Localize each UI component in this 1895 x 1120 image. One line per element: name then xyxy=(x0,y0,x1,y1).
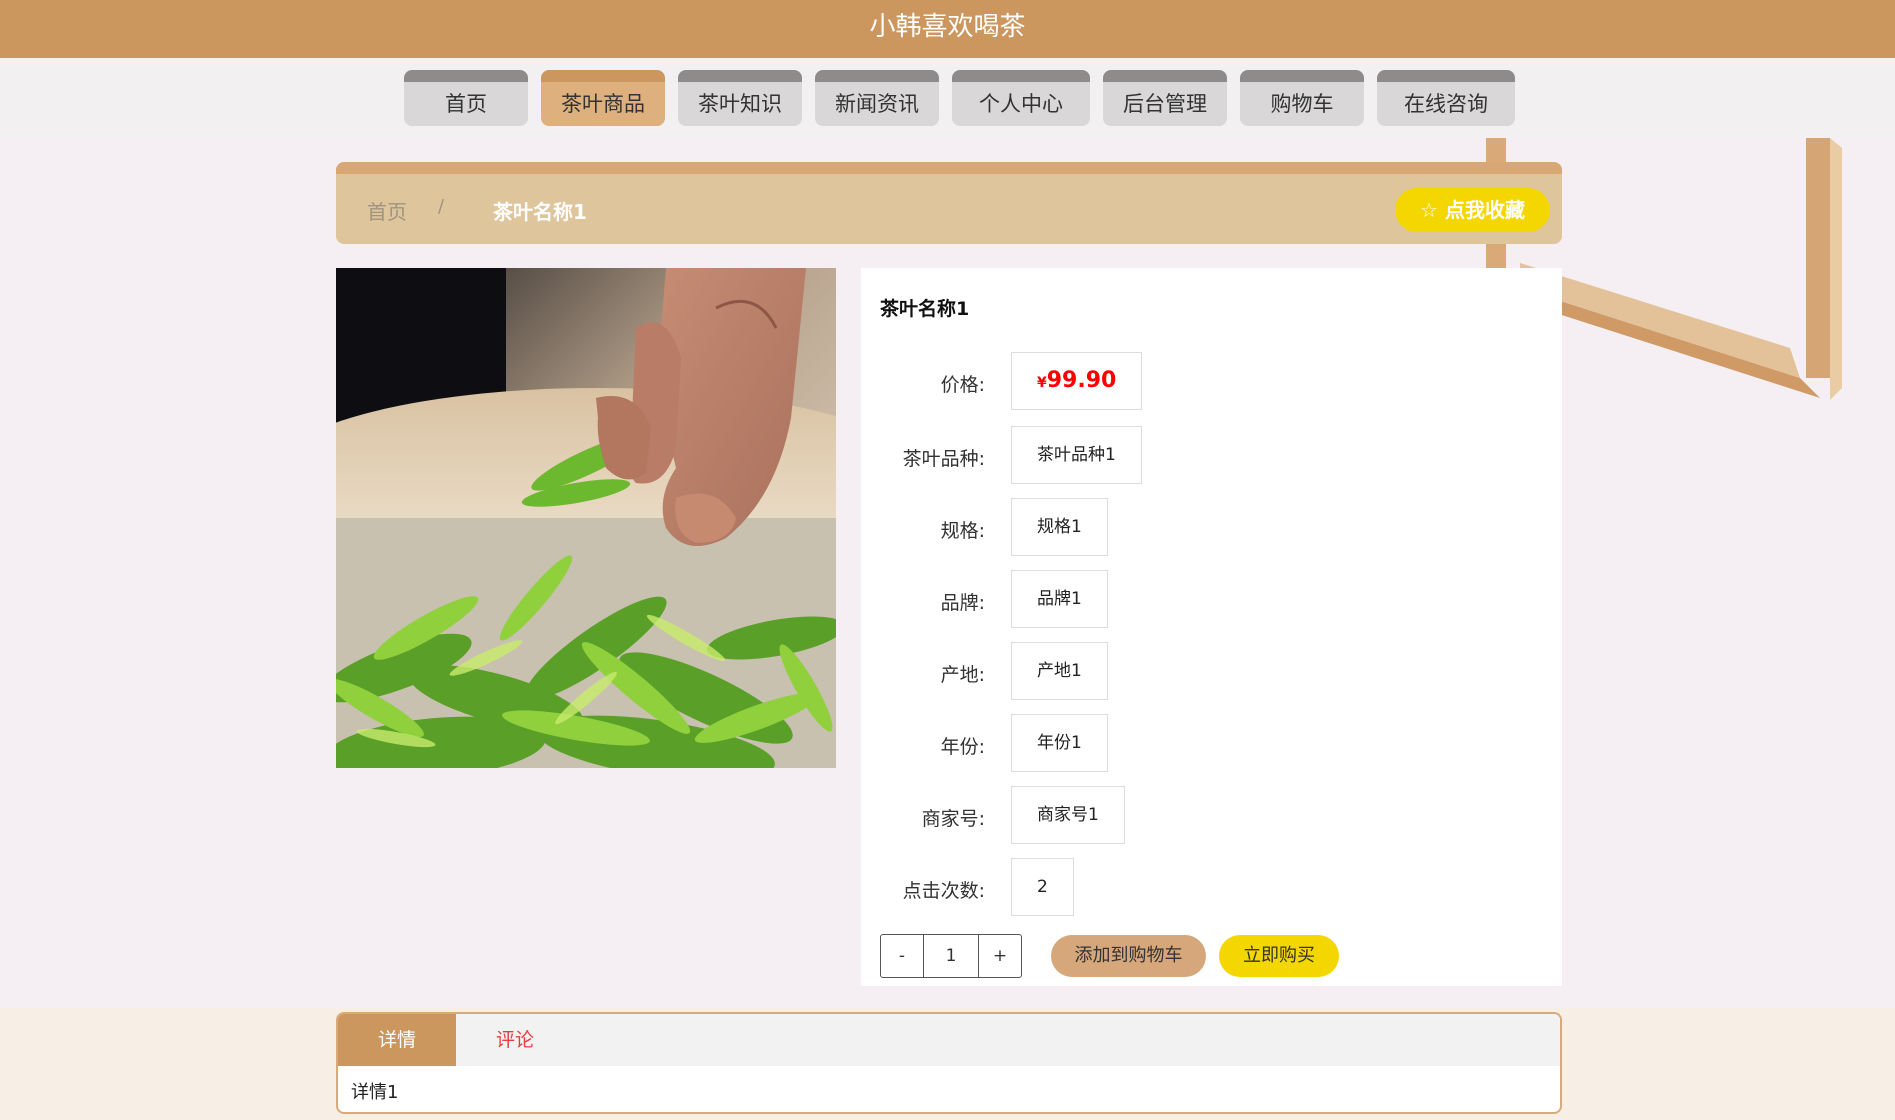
clicks-row: 点击次数: 2 xyxy=(861,858,1561,916)
breadcrumb-bar: 首页 / 茶叶名称1 ☆ 点我收藏 xyxy=(336,162,1562,244)
quantity-increase-button[interactable]: + xyxy=(979,935,1021,977)
product-name: 茶叶名称1 xyxy=(880,298,970,320)
site-header: 小韩喜欢喝茶 xyxy=(0,0,1895,58)
decorative-shelf-graphic xyxy=(1520,138,1842,400)
breadcrumb-home[interactable]: 首页 xyxy=(367,196,407,225)
quantity-stepper: - 1 + xyxy=(880,934,1022,978)
spec-label: 规格: xyxy=(940,520,985,542)
spec-value: 规格1 xyxy=(1011,498,1108,556)
nav-bar: 首页 茶叶商品 茶叶知识 新闻资讯 个人中心 后台管理 购物车 在线咨询 xyxy=(0,58,1895,138)
price-amount: 99.90 xyxy=(1046,368,1117,393)
nav-item-tea-knowledge[interactable]: 茶叶知识 xyxy=(678,70,802,126)
quantity-decrease-button[interactable]: - xyxy=(881,935,923,977)
star-outline-icon: ☆ xyxy=(1420,198,1438,222)
main-nav: 首页 茶叶商品 茶叶知识 新闻资讯 个人中心 后台管理 购物车 在线咨询 xyxy=(404,70,1515,126)
add-to-cart-button[interactable]: 添加到购物车 xyxy=(1051,935,1206,977)
product-info-panel: 茶叶名称1 价格: ¥99.90 茶叶品种: 茶叶品种1 规格: 规格1 品牌:… xyxy=(861,268,1562,986)
price-value: ¥99.90 xyxy=(1011,352,1143,410)
variety-value: 茶叶品种1 xyxy=(1011,426,1142,484)
quantity-input[interactable]: 1 xyxy=(923,935,979,977)
clicks-value: 2 xyxy=(1011,858,1074,916)
product-image xyxy=(336,268,836,768)
site-title: 小韩喜欢喝茶 xyxy=(869,12,1026,42)
price-label: 价格: xyxy=(940,374,985,396)
merchant-row: 商家号: 商家号1 xyxy=(861,786,1561,844)
favorite-button[interactable]: ☆ 点我收藏 xyxy=(1395,188,1550,232)
origin-label: 产地: xyxy=(940,664,985,686)
breadcrumb-separator: / xyxy=(438,196,445,217)
nav-item-home[interactable]: 首页 xyxy=(404,70,528,126)
merchant-label: 商家号: xyxy=(921,808,985,830)
origin-value: 产地1 xyxy=(1011,642,1108,700)
nav-item-online-consult[interactable]: 在线咨询 xyxy=(1377,70,1515,126)
year-label: 年份: xyxy=(940,736,985,758)
buy-now-button[interactable]: 立即购买 xyxy=(1219,935,1339,977)
spec-row: 规格: 规格1 xyxy=(861,498,1561,556)
brand-value: 品牌1 xyxy=(1011,570,1108,628)
year-value: 年份1 xyxy=(1011,714,1108,772)
year-row: 年份: 年份1 xyxy=(861,714,1561,772)
currency-symbol: ¥ xyxy=(1037,375,1047,391)
tab-content: 详情1 xyxy=(351,1082,399,1103)
origin-row: 产地: 产地1 xyxy=(861,642,1561,700)
clicks-label: 点击次数: xyxy=(902,880,985,902)
price-row: 价格: ¥99.90 xyxy=(861,352,1561,410)
breadcrumb-current: 茶叶名称1 xyxy=(493,200,587,224)
tab-comment[interactable]: 评论 xyxy=(456,1014,574,1066)
detail-tabs-panel: 详情 评论 详情1 xyxy=(336,1012,1562,1114)
favorite-button-label: 点我收藏 xyxy=(1444,198,1525,222)
tab-bar: 详情 评论 xyxy=(338,1014,1560,1066)
nav-item-personal-center[interactable]: 个人中心 xyxy=(952,70,1090,126)
nav-item-tea-products[interactable]: 茶叶商品 xyxy=(541,70,665,126)
merchant-value: 商家号1 xyxy=(1011,786,1125,844)
nav-item-cart[interactable]: 购物车 xyxy=(1240,70,1364,126)
nav-item-news[interactable]: 新闻资讯 xyxy=(815,70,939,126)
variety-row: 茶叶品种: 茶叶品种1 xyxy=(861,426,1561,484)
variety-label: 茶叶品种: xyxy=(902,448,985,470)
tab-detail[interactable]: 详情 xyxy=(338,1014,456,1066)
brand-row: 品牌: 品牌1 xyxy=(861,570,1561,628)
nav-item-admin[interactable]: 后台管理 xyxy=(1103,70,1227,126)
brand-label: 品牌: xyxy=(940,592,985,614)
